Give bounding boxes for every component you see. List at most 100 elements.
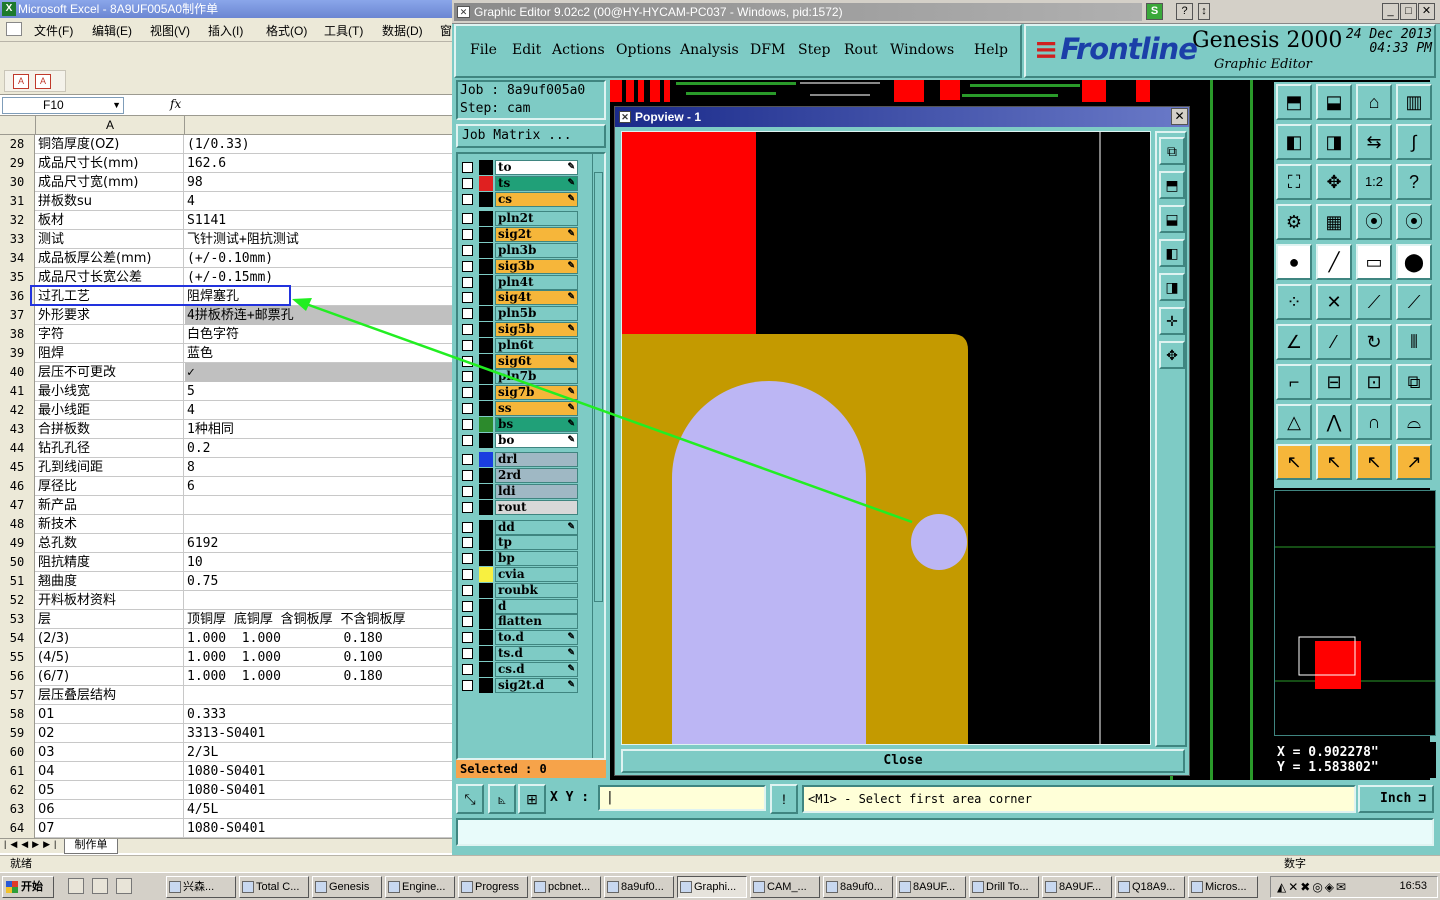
- menu-analysis[interactable]: Analysis: [680, 42, 739, 58]
- cell-a[interactable]: 翘曲度: [36, 572, 184, 591]
- name-box[interactable]: F10 ▼: [2, 97, 124, 114]
- cell-b[interactable]: 0.2: [185, 439, 452, 458]
- cell-a[interactable]: 测试: [36, 230, 184, 249]
- layer-scrollbar[interactable]: [592, 154, 604, 758]
- layer-item[interactable]: to ✎: [460, 160, 580, 175]
- layer-name[interactable]: sig4t ✎: [495, 290, 578, 306]
- move-pad-icon[interactable]: ⟋: [1396, 284, 1432, 320]
- center-icon[interactable]: ✥: [1316, 164, 1352, 200]
- layer-name[interactable]: roubk: [495, 582, 578, 598]
- menu-windows[interactable]: Windows: [890, 42, 954, 58]
- cell-b[interactable]: [185, 686, 452, 705]
- align-icon[interactable]: ⊡: [1356, 364, 1392, 400]
- layer-checkbox[interactable]: [462, 521, 473, 533]
- layer-down-icon[interactable]: ⬓: [1316, 84, 1352, 120]
- layer-name[interactable]: d: [495, 598, 578, 614]
- pad-icon[interactable]: ●: [1276, 244, 1312, 280]
- layer-name[interactable]: pln5b: [495, 306, 578, 322]
- cell-b[interactable]: 5: [185, 382, 452, 401]
- quicklaunch-desktop-icon[interactable]: [116, 878, 132, 894]
- layer-name[interactable]: bs ✎: [495, 416, 578, 432]
- add-pad-icon[interactable]: ⟋: [1356, 284, 1392, 320]
- group-icon[interactable]: ⧉: [1396, 364, 1432, 400]
- excel-doc-icon[interactable]: [6, 22, 22, 36]
- close-button[interactable]: ✕: [1418, 3, 1435, 20]
- layer-name[interactable]: 2rd: [495, 468, 578, 484]
- info-icon[interactable]: !: [770, 784, 798, 814]
- row-header[interactable]: 32: [0, 211, 35, 230]
- cell-a[interactable]: 拼板数su: [36, 192, 184, 211]
- dot-icon[interactable]: ⬤: [1396, 244, 1432, 280]
- layer-checkbox[interactable]: [462, 229, 473, 241]
- layer-name[interactable]: sig6t ✎: [495, 353, 578, 369]
- layer-name[interactable]: sig7b ✎: [495, 385, 578, 401]
- curve-icon[interactable]: ∫: [1396, 124, 1432, 160]
- cell-b[interactable]: 4/5L: [185, 800, 452, 819]
- layer-name[interactable]: pln3b: [495, 243, 578, 258]
- drill-icon[interactable]: ⦿: [1356, 204, 1392, 240]
- cell-a[interactable]: 最小线宽: [36, 382, 184, 401]
- row-header[interactable]: 60: [0, 743, 35, 762]
- cell-b[interactable]: 1080-S0401: [185, 781, 452, 800]
- cell-a[interactable]: 层压不可更改: [36, 363, 184, 382]
- layer-name[interactable]: sig2t.d ✎: [495, 677, 578, 693]
- taskbar-button[interactable]: Drill To...: [969, 876, 1039, 898]
- layer-name[interactable]: bo ✎: [495, 432, 578, 448]
- draw-line-icon[interactable]: ∠: [1276, 324, 1312, 360]
- tray-icons[interactable]: ◭✕✖◎◈✉: [1277, 880, 1348, 894]
- ruler-icon[interactable]: ▭: [1356, 244, 1392, 280]
- taskbar-button[interactable]: 8A9UF...: [896, 876, 966, 898]
- peak-icon[interactable]: ⋀: [1316, 404, 1352, 440]
- row-header[interactable]: 56: [0, 667, 35, 686]
- rotate-icon[interactable]: ↻: [1356, 324, 1392, 360]
- cell-a[interactable]: 05: [36, 781, 184, 800]
- layer-name[interactable]: ts.d ✎: [495, 646, 578, 661]
- cell-b[interactable]: 1080-S0401: [185, 762, 452, 781]
- cell-b[interactable]: 6192: [185, 534, 452, 553]
- pv-pan-left-icon[interactable]: ◧: [1159, 239, 1185, 267]
- layer-item[interactable]: ldi: [460, 484, 580, 499]
- pv-pan-right-icon[interactable]: ◨: [1159, 273, 1185, 301]
- cell-a[interactable]: 字符: [36, 325, 184, 344]
- taskbar-button[interactable]: Progress: [458, 876, 528, 898]
- pv-pan-down-icon[interactable]: ⬓: [1159, 205, 1185, 233]
- select-path-icon[interactable]: ↗: [1396, 444, 1432, 480]
- pv-zoom-out-icon[interactable]: ✥: [1159, 341, 1185, 369]
- overview-map[interactable]: [1274, 490, 1436, 736]
- layer-name[interactable]: pln6t: [495, 337, 578, 353]
- layer-name[interactable]: ts ✎: [495, 175, 578, 191]
- cell-b[interactable]: 1.000 1.000 0.100: [185, 648, 452, 667]
- taskbar-button[interactable]: 8a9uf0...: [823, 876, 893, 898]
- layer-checkbox[interactable]: [462, 308, 473, 320]
- layer-item[interactable]: cs ✎: [460, 191, 580, 207]
- layer-checkbox[interactable]: [462, 600, 473, 612]
- cell-a[interactable]: (4/5): [36, 648, 184, 667]
- taskbar-button[interactable]: pcbnet...: [531, 876, 601, 898]
- quicklaunch-ie-icon[interactable]: [92, 878, 108, 894]
- layer-checkbox[interactable]: [462, 537, 473, 549]
- layer-checkbox[interactable]: [462, 162, 473, 173]
- row-header[interactable]: 33: [0, 230, 35, 249]
- cell-a[interactable]: 合拼板数: [36, 420, 184, 439]
- excel-menu-tools[interactable]: 工具(T): [324, 22, 363, 39]
- layer-item[interactable]: sig2t ✎: [460, 227, 580, 243]
- cell-a[interactable]: 孔到线间距: [36, 458, 184, 477]
- cell-a[interactable]: 阻焊: [36, 344, 184, 363]
- menu-step[interactable]: Step: [798, 42, 830, 58]
- layer-checkbox[interactable]: [462, 632, 473, 644]
- cell-b[interactable]: 162.6: [185, 154, 452, 173]
- select-circle-icon[interactable]: ↖: [1356, 444, 1392, 480]
- line-icon[interactable]: ╱: [1316, 244, 1352, 280]
- layer-item[interactable]: ts.d ✎: [460, 646, 580, 661]
- layer-name[interactable]: ldi: [495, 484, 578, 499]
- cell-a[interactable]: 板材: [36, 211, 184, 230]
- layer-name[interactable]: to ✎: [495, 160, 578, 175]
- menu-help[interactable]: Help: [974, 42, 1008, 58]
- pdf-attach-icon[interactable]: A: [35, 74, 51, 89]
- cell-b[interactable]: [185, 591, 452, 610]
- cell-a[interactable]: 成品板厚公差(mm): [36, 249, 184, 268]
- layer-item[interactable]: bo ✎: [460, 432, 580, 448]
- menu-options[interactable]: Options: [616, 42, 671, 58]
- row-header[interactable]: 54: [0, 629, 35, 648]
- sheet-grid[interactable]: 28 铜箔厚度(OZ) (1/0.33) 29 成品尺寸长(mm) 162.6 30 成品尺寸…: [0, 135, 452, 838]
